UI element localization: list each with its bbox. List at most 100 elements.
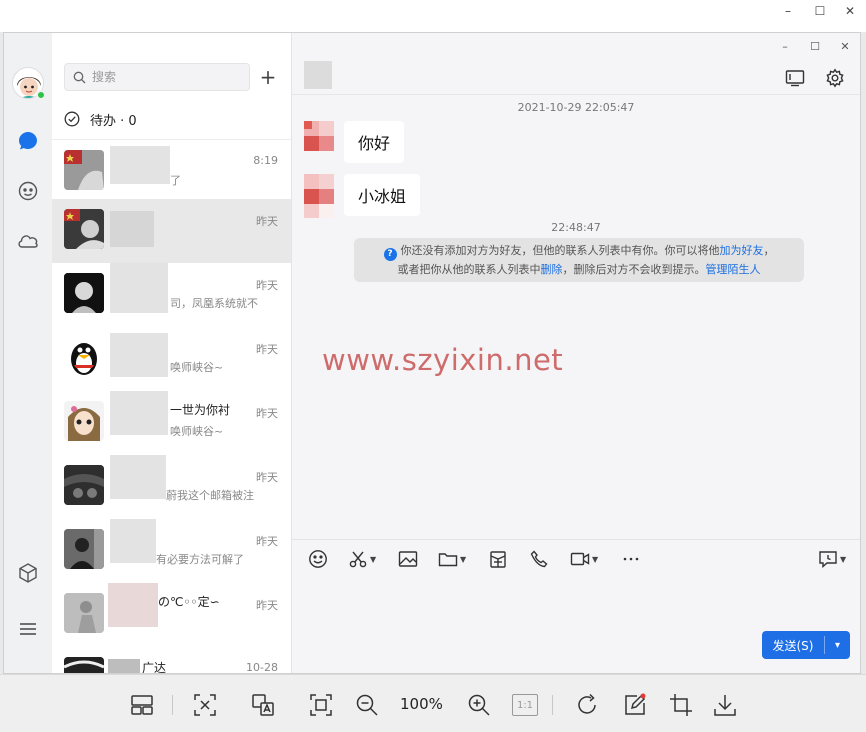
contact-name	[110, 465, 250, 483]
chat-list-item[interactable]: 唤师峡谷~ 昨天	[52, 327, 291, 391]
qq-window: + 待办 · 0 了 8:19 昨天	[3, 32, 861, 674]
crop-icon[interactable]	[668, 692, 694, 718]
notice-text: ，	[763, 244, 775, 257]
message-time: 10-28	[246, 661, 278, 673]
nav-cloud-icon[interactable]	[16, 229, 40, 253]
notice-text: ，删除后对方不会收到提示。	[562, 263, 706, 276]
emoji-icon[interactable]	[308, 547, 328, 571]
notice-text: 你还没有添加对方为好友，但他的联系人列表中有你。你可以将他	[400, 244, 720, 257]
message-time: 昨天	[256, 471, 278, 484]
toolbar-separator	[552, 695, 553, 715]
chat-pane: – ☐ ✕ 2021-10-29 22:05:47 你好 小冰姐 22:48:4	[292, 33, 860, 673]
todo-row[interactable]: 待办 · 0	[64, 107, 137, 131]
video-call-icon[interactable]: ▼	[570, 547, 598, 571]
watermark: www.szyixin.net	[322, 343, 564, 377]
ocr-scan-icon[interactable]	[192, 692, 218, 718]
contact-avatar	[64, 657, 104, 673]
image-icon[interactable]	[398, 547, 418, 571]
chat-list-item[interactable]: の℃◦◦定∽ 昨天	[52, 583, 291, 647]
last-message: 唤师峡谷~	[170, 425, 224, 438]
message-time: 8:19	[253, 154, 278, 167]
chevron-down-icon[interactable]: ▼	[370, 555, 376, 564]
redacted-name	[108, 583, 158, 627]
contact-avatar	[64, 209, 104, 249]
zoom-in-icon[interactable]	[466, 692, 492, 718]
message-time: 昨天	[256, 407, 278, 420]
chat-list-item[interactable]: 蔚我这个邮箱被注 昨天	[52, 455, 291, 519]
stranger-notice: ? 你还没有添加对方为好友，但他的联系人列表中有你。你可以将他加为好友， 或者把你…	[354, 238, 804, 282]
phone-call-icon[interactable]	[530, 547, 548, 571]
nav-contacts-icon[interactable]	[16, 179, 40, 203]
nav-apps-cube-icon[interactable]	[16, 561, 40, 585]
chat-settings-gear-icon[interactable]	[824, 67, 846, 89]
more-options-icon[interactable]	[622, 547, 640, 571]
red-packet-icon[interactable]	[488, 547, 508, 571]
message-time: 昨天	[256, 343, 278, 356]
chevron-down-icon[interactable]: ▼	[592, 555, 598, 564]
chevron-down-icon[interactable]: ▼	[840, 555, 846, 564]
chat-list-item[interactable]: 了 8:19	[52, 140, 291, 204]
send-options-chevron-icon[interactable]: ▾	[825, 640, 850, 651]
manage-strangers-link[interactable]: 管理陌生人	[706, 263, 761, 276]
chat-list-item[interactable]: 广达 10-28	[52, 647, 291, 673]
chat-list-item[interactable]: 有必要方法可解了 昨天	[52, 519, 291, 583]
add-friend-link[interactable]: 加为好友	[720, 244, 764, 257]
viewer-minimize-button[interactable]: –	[771, 0, 805, 22]
qq-maximize-button[interactable]: ☐	[800, 35, 830, 57]
last-message: 有必要方法可解了	[156, 553, 244, 566]
rotate-icon[interactable]	[574, 692, 600, 718]
contact-name	[110, 150, 250, 168]
contact-avatar	[64, 150, 104, 190]
message-bubble[interactable]: 你好	[344, 121, 405, 163]
composer-divider	[292, 539, 860, 540]
contact-name	[110, 273, 250, 291]
message-bubble[interactable]: 小冰姐	[344, 174, 421, 216]
message-history-icon[interactable]: ▼	[818, 547, 846, 571]
contact-avatar	[64, 273, 104, 313]
message-time: 昨天	[256, 535, 278, 548]
online-status-dot	[36, 90, 46, 100]
last-message: 司，凤凰系统就不	[170, 297, 258, 310]
last-message: 蔚我这个邮箱被注	[166, 489, 254, 502]
zoom-out-icon[interactable]	[354, 692, 380, 718]
search-input[interactable]	[92, 70, 242, 84]
nav-rail	[4, 33, 52, 673]
delete-link[interactable]: 删除	[541, 263, 563, 276]
chat-list-item[interactable]: 司，凤凰系统就不 昨天	[52, 263, 291, 327]
nav-menu-icon[interactable]	[16, 617, 40, 641]
folder-icon[interactable]: ▼	[438, 547, 466, 571]
viewer-titlebar: – ☐ ✕	[0, 0, 866, 32]
translate-icon[interactable]	[250, 692, 276, 718]
toolbar-separator	[172, 695, 173, 715]
qq-minimize-button[interactable]: –	[770, 35, 800, 57]
todo-label: 待办 · 0	[90, 113, 137, 129]
contact-avatar	[64, 401, 104, 441]
message-time: 昨天	[256, 599, 278, 612]
fit-to-window-icon[interactable]	[308, 692, 334, 718]
last-message: 唤师峡谷~	[170, 361, 224, 374]
actual-size-button[interactable]: 1:1	[512, 694, 538, 716]
chat-list-item-selected[interactable]: 昨天	[52, 199, 291, 263]
edit-icon[interactable]	[622, 692, 648, 718]
send-label[interactable]: 发送(S)	[762, 637, 824, 654]
redacted-name	[110, 391, 168, 435]
send-button[interactable]: 发送(S) ▾	[762, 631, 850, 659]
viewer-maximize-button[interactable]: ☐	[803, 0, 837, 22]
screen-share-icon[interactable]	[784, 67, 806, 89]
viewer-close-button[interactable]: ✕	[833, 0, 866, 22]
qq-close-button[interactable]: ✕	[830, 35, 860, 57]
screenshot-scissors-icon[interactable]: ▼	[348, 547, 376, 571]
chat-list-item[interactable]: 一世为你衬 唤师峡谷~ 昨天	[52, 391, 291, 455]
contact-avatar	[64, 529, 104, 569]
notice-text: 或者把你从他的联系人列表中	[397, 263, 541, 276]
nav-messages-icon[interactable]	[16, 129, 40, 153]
question-icon: ?	[383, 248, 397, 261]
download-icon[interactable]	[712, 692, 738, 718]
message-timestamp: 22:48:47	[551, 221, 601, 234]
search-box[interactable]	[64, 63, 250, 91]
chevron-down-icon[interactable]: ▼	[460, 555, 466, 564]
contact-name	[110, 209, 250, 227]
add-button[interactable]: +	[258, 65, 278, 89]
thumbnail-layout-icon[interactable]	[129, 692, 155, 718]
viewer-toolbar: 100% 1:1	[0, 674, 866, 732]
